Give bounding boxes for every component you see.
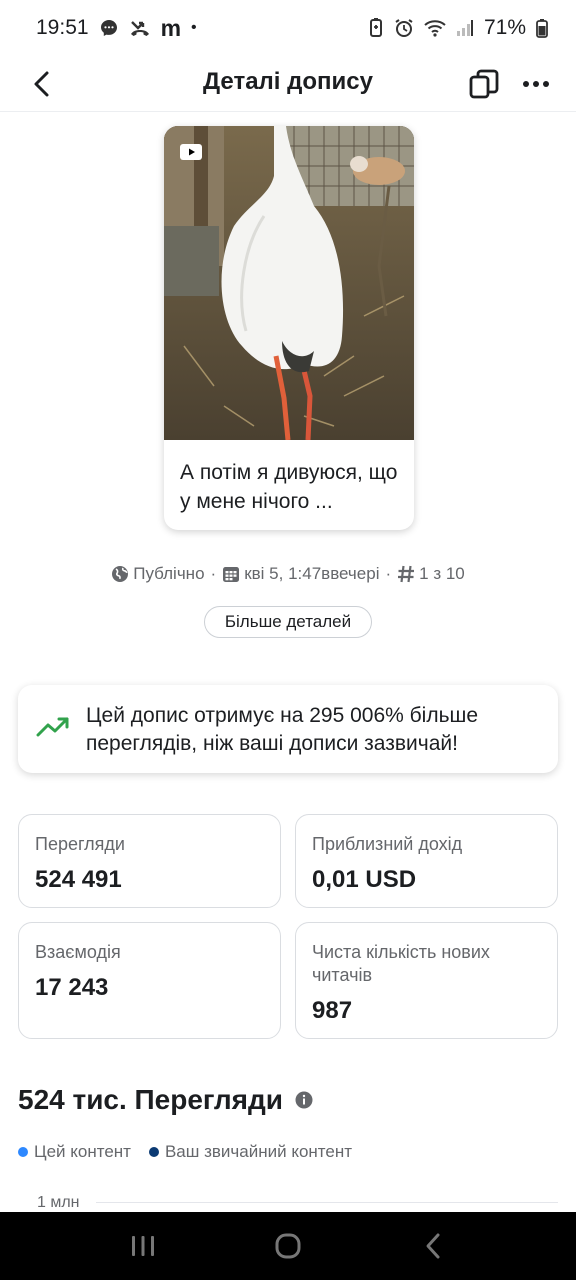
- signal-icon: [456, 19, 474, 37]
- legend-item-usual-content: Ваш звичайний контент: [148, 1142, 353, 1162]
- stat-value: 987: [312, 997, 353, 1024]
- post-thumbnail: [164, 126, 414, 440]
- video-icon: [180, 144, 202, 165]
- app-letter-m: m: [160, 14, 182, 41]
- wifi-icon: [424, 19, 446, 37]
- stat-value: 0,01 USD: [312, 866, 417, 893]
- post-preview-card[interactable]: А потім я дивуюся, що у мене нічого ...: [164, 126, 414, 530]
- app-header: Деталі допису: [0, 56, 576, 112]
- stat-card-new-followers[interactable]: Чиста кількість нових читачів 987: [295, 922, 558, 1039]
- copy-link-button[interactable]: [464, 64, 504, 104]
- legend-dot: [18, 1147, 28, 1157]
- stat-card-revenue[interactable]: Приблизний дохід 0,01 USD: [295, 814, 558, 908]
- back-nav-button[interactable]: [403, 1216, 463, 1276]
- back-button[interactable]: [24, 66, 60, 102]
- legend-label: Цей контент: [34, 1142, 131, 1161]
- back-nav-icon: [426, 1233, 440, 1259]
- chart-grid-line: [96, 1202, 558, 1203]
- stat-value: 17 243: [35, 974, 109, 1001]
- info-icon[interactable]: [295, 1091, 313, 1109]
- views-section-title: 524 тис. Перегляди: [18, 1084, 313, 1116]
- chart-axis-label: 1 млн: [37, 1194, 80, 1211]
- post-meta-row: Публічно · кві 5, 1:47ввечері · 1 з 10: [0, 564, 576, 584]
- more-options-button[interactable]: [514, 64, 558, 104]
- separator: ·: [385, 564, 392, 583]
- stat-label: Приблизний дохід: [312, 834, 463, 854]
- legend-item-this-content: Цей контент: [18, 1142, 131, 1162]
- stat-label: Чиста кількість нових читачів: [312, 942, 490, 985]
- status-time: 19:51: [36, 16, 89, 39]
- system-nav-bar: [0, 1212, 576, 1280]
- notification-dot: •: [191, 19, 197, 36]
- hashtag-icon: [397, 565, 415, 583]
- post-caption: А потім я дивуюся, що у мене нічого ...: [180, 461, 398, 513]
- battery-icon: [536, 18, 548, 38]
- legend-dot: [148, 1147, 159, 1157]
- insight-banner: Цей допис отримує на 295 006% більше пер…: [18, 685, 558, 773]
- post-position: 1 з 10: [419, 564, 465, 583]
- status-bar: 19:51 m • 71%: [0, 0, 576, 56]
- battery-percent: 71%: [483, 16, 526, 39]
- legend-label: Ваш звичайний контент: [164, 1142, 353, 1161]
- stat-label: Взаємодія: [35, 942, 121, 962]
- separator: ·: [210, 564, 217, 583]
- insight-text: Цей допис отримує на 295 006% більше пер…: [86, 704, 479, 755]
- recent-apps-icon: [131, 1236, 154, 1256]
- messenger-icon: [99, 18, 119, 38]
- visibility-label: Публічно: [133, 564, 205, 583]
- status-left: 19:51 m •: [36, 15, 197, 42]
- post-date: кві 5, 1:47ввечері: [244, 564, 380, 583]
- home-icon: [275, 1233, 301, 1259]
- back-arrow-icon: [34, 71, 49, 97]
- status-right: 71%: [368, 16, 548, 40]
- battery-saver-icon: [368, 18, 384, 38]
- stat-value: 524 491: [35, 866, 122, 893]
- post-image: [164, 126, 414, 440]
- trending-up-icon: [36, 715, 70, 744]
- globe-icon: [111, 565, 129, 583]
- chart-legend: Цей контент Ваш звичайний контент: [18, 1142, 352, 1162]
- views-title-text: 524 тис. Перегляди: [18, 1084, 284, 1115]
- more-icon: [523, 81, 549, 87]
- stat-label: Перегляди: [35, 834, 125, 854]
- stat-card-engagement[interactable]: Взаємодія 17 243: [18, 922, 281, 1039]
- alarm-icon: [394, 18, 414, 38]
- more-details-button[interactable]: Більше деталей: [204, 606, 372, 638]
- calendar-icon: [222, 565, 240, 583]
- copy-icon: [469, 69, 499, 99]
- missed-call-icon: [129, 18, 151, 38]
- home-button[interactable]: [258, 1216, 318, 1276]
- stat-card-views[interactable]: Перегляди 524 491: [18, 814, 281, 908]
- recent-apps-button[interactable]: [113, 1216, 173, 1276]
